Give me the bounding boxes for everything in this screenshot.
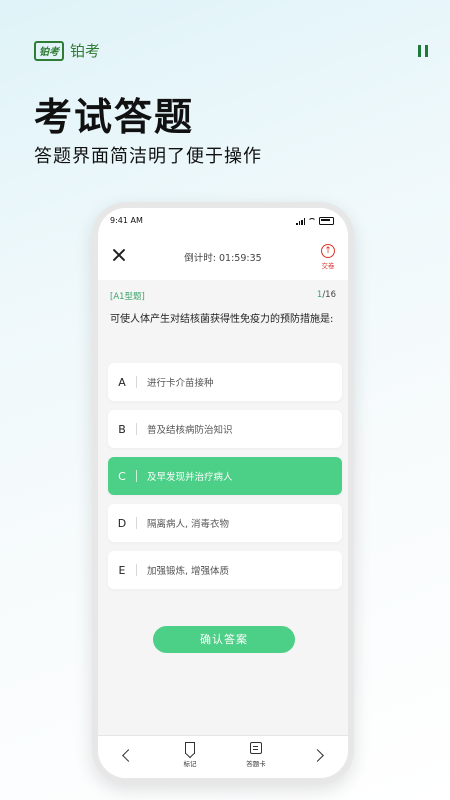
submit-exam-button[interactable]: ↑ 交卷	[316, 244, 340, 270]
option-e[interactable]: E 加强锻炼, 增强体质	[108, 551, 342, 589]
bookmark-label: 标记	[183, 760, 197, 768]
status-bar: 9:41 AM	[98, 208, 348, 230]
wifi-icon	[308, 218, 316, 224]
option-text: 进行卡介苗接种	[147, 378, 214, 389]
status-icons	[296, 217, 334, 225]
option-text: 普及结核病防治知识	[147, 425, 233, 436]
arrow-up-icon: ↑	[321, 244, 335, 258]
question-text: 可使人体产生对结核菌获得性免疫力的预防措施是:	[110, 314, 334, 325]
option-divider	[136, 423, 137, 435]
option-letter: E	[118, 563, 126, 577]
pause-icon[interactable]	[418, 45, 428, 57]
option-b[interactable]: B 普及结核病防治知识	[108, 410, 342, 448]
option-letter: A	[118, 375, 126, 389]
brand-name: 铂考	[70, 42, 101, 60]
signal-icon	[296, 217, 305, 225]
brand: 铂考 铂考	[34, 40, 100, 61]
status-time: 9:41 AM	[110, 216, 143, 225]
answer-card-icon	[250, 742, 262, 754]
option-d[interactable]: D 隔离病人, 消毒衣物	[108, 504, 342, 542]
option-text: 隔离病人, 消毒衣物	[147, 519, 230, 530]
bottom-toolbar: 标记 答题卡	[98, 735, 348, 778]
option-letter: B	[118, 422, 126, 436]
option-text: 加强锻炼, 增强体质	[147, 566, 230, 577]
countdown-timer: 倒计时: 01:59:35	[184, 253, 262, 264]
submit-exam-label: 交卷	[321, 262, 335, 270]
answer-card-button[interactable]: 答题卡	[236, 742, 276, 768]
option-c[interactable]: C 及早发现并治疗病人	[108, 457, 342, 495]
option-text: 及早发现并治疗病人	[147, 472, 233, 483]
bookmark-button[interactable]: 标记	[170, 742, 210, 768]
phone-mockup: 9:41 AM 倒计时: 01:59:35 ↑ 交卷 [A1型题] 1/16 可…	[92, 202, 354, 784]
option-a[interactable]: A 进行卡介苗接种	[108, 363, 342, 401]
chevron-right-icon[interactable]	[311, 749, 324, 762]
question-counter: 1/16	[317, 290, 336, 300]
hero-subtitle: 答题界面简洁明了便于操作	[34, 146, 262, 167]
bookmark-icon	[185, 742, 195, 754]
option-divider	[136, 376, 137, 388]
option-divider	[136, 517, 137, 529]
question-total: /16	[322, 290, 336, 300]
confirm-answer-button[interactable]: 确认答案	[153, 626, 295, 653]
question-type: [A1型题]	[110, 292, 145, 302]
battery-icon	[319, 217, 334, 225]
option-letter: C	[118, 469, 126, 483]
brand-logo: 铂考	[34, 40, 64, 61]
exam-topbar: 倒计时: 01:59:35 ↑ 交卷	[98, 230, 348, 280]
option-letter: D	[117, 516, 127, 530]
hero-title: 考试答题	[34, 95, 195, 139]
chevron-left-icon[interactable]	[122, 749, 135, 762]
answer-card-label: 答题卡	[246, 760, 266, 768]
option-divider	[136, 564, 137, 576]
answer-options: A 进行卡介苗接种 B 普及结核病防治知识 C 及早发现并治疗病人 D 隔离病人…	[108, 363, 342, 598]
phone-screen: 9:41 AM 倒计时: 01:59:35 ↑ 交卷 [A1型题] 1/16 可…	[98, 208, 348, 778]
option-divider	[136, 470, 137, 482]
